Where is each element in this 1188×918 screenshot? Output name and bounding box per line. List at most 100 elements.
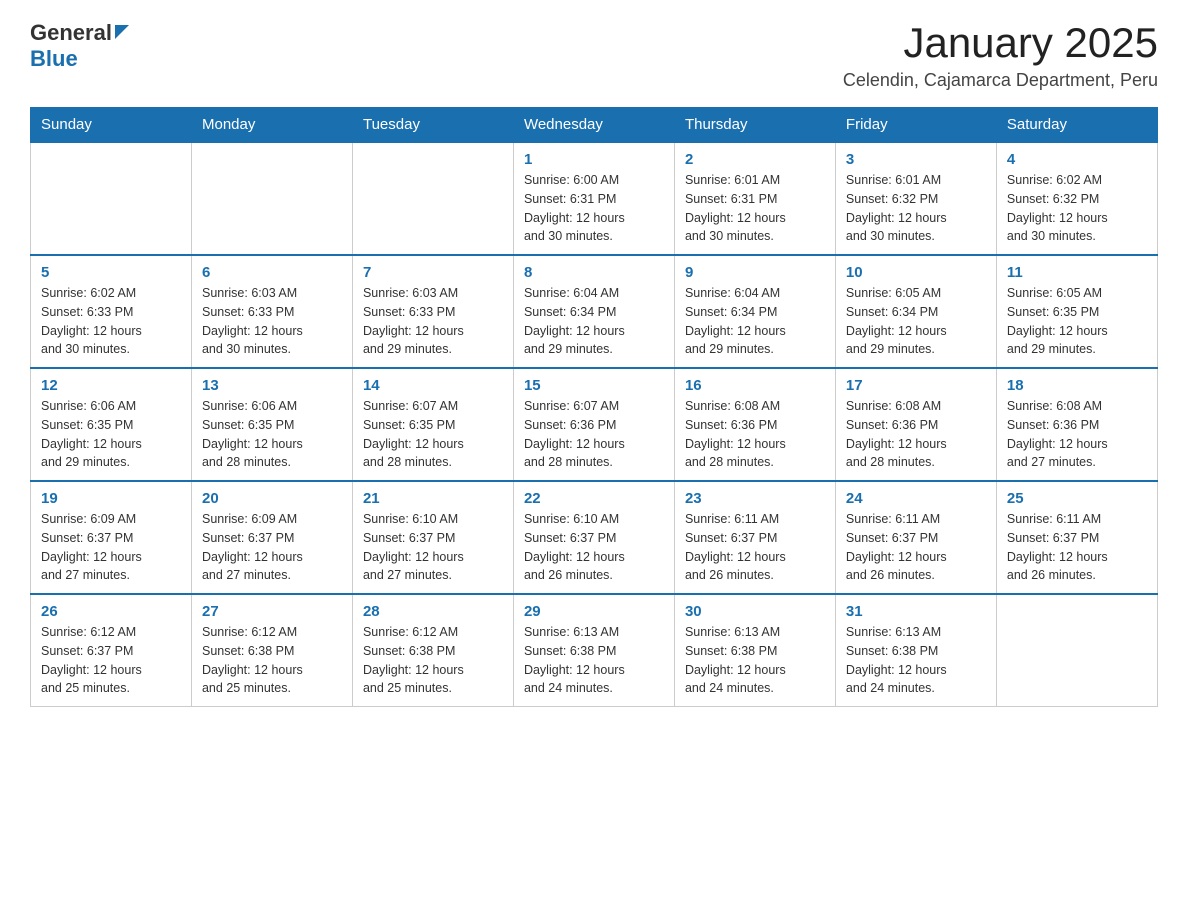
day-number: 27: [202, 603, 342, 620]
week-row-4: 26Sunrise: 6:12 AMSunset: 6:37 PMDayligh…: [31, 594, 1158, 707]
day-info: Sunrise: 6:10 AMSunset: 6:37 PMDaylight:…: [363, 510, 503, 585]
day-info: Sunrise: 6:02 AMSunset: 6:32 PMDaylight:…: [1007, 171, 1147, 246]
calendar-cell: 17 Sunrise: 6:08 AMSunset: 6:36 PMDayligh…: [835, 368, 996, 481]
day-info: Sunrise: 6:07 AMSunset: 6:36 PMDaylight:…: [524, 397, 664, 472]
calendar-cell: 8 Sunrise: 6:04 AMSunset: 6:34 PMDaylight…: [513, 255, 674, 368]
day-number: 5: [41, 264, 181, 281]
day-number: 18: [1007, 377, 1147, 394]
calendar-cell: [31, 142, 192, 255]
calendar-cell: [191, 142, 352, 255]
day-number: 22: [524, 490, 664, 507]
calendar-cell: 14 Sunrise: 6:07 AMSunset: 6:35 PMDayligh…: [352, 368, 513, 481]
day-info: Sunrise: 6:12 AMSunset: 6:37 PMDaylight:…: [41, 623, 181, 698]
calendar-cell: 26Sunrise: 6:12 AMSunset: 6:37 PMDayligh…: [31, 594, 192, 707]
calendar-cell: 23 Sunrise: 6:11 AMSunset: 6:37 PMDayligh…: [674, 481, 835, 594]
day-number: 23: [685, 490, 825, 507]
logo-blue: Blue: [30, 46, 78, 72]
day-info: Sunrise: 6:10 AMSunset: 6:37 PMDaylight:…: [524, 510, 664, 585]
day-number: 28: [363, 603, 503, 620]
day-info: Sunrise: 6:08 AMSunset: 6:36 PMDaylight:…: [846, 397, 986, 472]
day-number: 8: [524, 264, 664, 281]
calendar-cell: 3 Sunrise: 6:01 AMSunset: 6:32 PMDaylight…: [835, 142, 996, 255]
day-info: Sunrise: 6:09 AMSunset: 6:37 PMDaylight:…: [202, 510, 342, 585]
day-info: Sunrise: 6:11 AMSunset: 6:37 PMDaylight:…: [685, 510, 825, 585]
calendar-cell: 6Sunrise: 6:03 AMSunset: 6:33 PMDaylight…: [191, 255, 352, 368]
day-info: Sunrise: 6:06 AMSunset: 6:35 PMDaylight:…: [41, 397, 181, 472]
page-title: January 2025: [843, 20, 1158, 66]
day-info: Sunrise: 6:05 AMSunset: 6:34 PMDaylight:…: [846, 284, 986, 359]
day-info: Sunrise: 6:11 AMSunset: 6:37 PMDaylight:…: [846, 510, 986, 585]
calendar-cell: 21 Sunrise: 6:10 AMSunset: 6:37 PMDayligh…: [352, 481, 513, 594]
day-info: Sunrise: 6:04 AMSunset: 6:34 PMDaylight:…: [524, 284, 664, 359]
calendar-cell: 27Sunrise: 6:12 AMSunset: 6:38 PMDayligh…: [191, 594, 352, 707]
page-subtitle: Celendin, Cajamarca Department, Peru: [843, 70, 1158, 91]
calendar-cell: [352, 142, 513, 255]
calendar-cell: 28Sunrise: 6:12 AMSunset: 6:38 PMDayligh…: [352, 594, 513, 707]
calendar-cell: 1Sunrise: 6:00 AMSunset: 6:31 PMDaylight…: [513, 142, 674, 255]
day-number: 12: [41, 377, 181, 394]
week-row-3: 19 Sunrise: 6:09 AMSunset: 6:37 PMDayligh…: [31, 481, 1158, 594]
day-number: 14: [363, 377, 503, 394]
day-number: 19: [41, 490, 181, 507]
calendar-cell: 18 Sunrise: 6:08 AMSunset: 6:36 PMDayligh…: [996, 368, 1157, 481]
calendar-header-thursday: Thursday: [674, 108, 835, 143]
day-number: 7: [363, 264, 503, 281]
logo-general: General: [30, 20, 112, 46]
day-info: Sunrise: 6:02 AMSunset: 6:33 PMDaylight:…: [41, 284, 181, 359]
day-info: Sunrise: 6:01 AMSunset: 6:32 PMDaylight:…: [846, 171, 986, 246]
day-number: 29: [524, 603, 664, 620]
day-number: 25: [1007, 490, 1147, 507]
day-info: Sunrise: 6:09 AMSunset: 6:37 PMDaylight:…: [41, 510, 181, 585]
calendar-cell: 11 Sunrise: 6:05 AMSunset: 6:35 PMDayligh…: [996, 255, 1157, 368]
day-info: Sunrise: 6:13 AMSunset: 6:38 PMDaylight:…: [846, 623, 986, 698]
day-info: Sunrise: 6:03 AMSunset: 6:33 PMDaylight:…: [202, 284, 342, 359]
calendar-cell: 20 Sunrise: 6:09 AMSunset: 6:37 PMDayligh…: [191, 481, 352, 594]
calendar-cell: 31 Sunrise: 6:13 AMSunset: 6:38 PMDayligh…: [835, 594, 996, 707]
day-number: 9: [685, 264, 825, 281]
calendar-cell: 15 Sunrise: 6:07 AMSunset: 6:36 PMDayligh…: [513, 368, 674, 481]
day-info: Sunrise: 6:04 AMSunset: 6:34 PMDaylight:…: [685, 284, 825, 359]
day-info: Sunrise: 6:07 AMSunset: 6:35 PMDaylight:…: [363, 397, 503, 472]
day-info: Sunrise: 6:03 AMSunset: 6:33 PMDaylight:…: [363, 284, 503, 359]
calendar-cell: 24 Sunrise: 6:11 AMSunset: 6:37 PMDayligh…: [835, 481, 996, 594]
day-number: 15: [524, 377, 664, 394]
calendar-cell: [996, 594, 1157, 707]
day-number: 13: [202, 377, 342, 394]
day-number: 20: [202, 490, 342, 507]
calendar-cell: 29Sunrise: 6:13 AMSunset: 6:38 PMDayligh…: [513, 594, 674, 707]
day-info: Sunrise: 6:08 AMSunset: 6:36 PMDaylight:…: [1007, 397, 1147, 472]
calendar-cell: 2 Sunrise: 6:01 AMSunset: 6:31 PMDaylight…: [674, 142, 835, 255]
week-row-1: 5 Sunrise: 6:02 AMSunset: 6:33 PMDaylight…: [31, 255, 1158, 368]
day-number: 24: [846, 490, 986, 507]
logo: General Blue: [30, 20, 129, 72]
day-number: 31: [846, 603, 986, 620]
calendar-header-row: SundayMondayTuesdayWednesdayThursdayFrid…: [31, 108, 1158, 143]
calendar-cell: 7 Sunrise: 6:03 AMSunset: 6:33 PMDaylight…: [352, 255, 513, 368]
calendar-cell: 30Sunrise: 6:13 AMSunset: 6:38 PMDayligh…: [674, 594, 835, 707]
day-number: 30: [685, 603, 825, 620]
calendar-cell: 4Sunrise: 6:02 AMSunset: 6:32 PMDaylight…: [996, 142, 1157, 255]
day-number: 3: [846, 151, 986, 168]
day-number: 11: [1007, 264, 1147, 281]
day-info: Sunrise: 6:11 AMSunset: 6:37 PMDaylight:…: [1007, 510, 1147, 585]
calendar-header-wednesday: Wednesday: [513, 108, 674, 143]
calendar-header-sunday: Sunday: [31, 108, 192, 143]
calendar-cell: 13Sunrise: 6:06 AMSunset: 6:35 PMDayligh…: [191, 368, 352, 481]
calendar-cell: 16 Sunrise: 6:08 AMSunset: 6:36 PMDayligh…: [674, 368, 835, 481]
day-number: 16: [685, 377, 825, 394]
calendar-cell: 19 Sunrise: 6:09 AMSunset: 6:37 PMDayligh…: [31, 481, 192, 594]
calendar-cell: 12 Sunrise: 6:06 AMSunset: 6:35 PMDayligh…: [31, 368, 192, 481]
week-row-0: 1Sunrise: 6:00 AMSunset: 6:31 PMDaylight…: [31, 142, 1158, 255]
day-number: 10: [846, 264, 986, 281]
day-info: Sunrise: 6:08 AMSunset: 6:36 PMDaylight:…: [685, 397, 825, 472]
day-number: 17: [846, 377, 986, 394]
logo-triangle-icon: [115, 25, 129, 44]
day-number: 2: [685, 151, 825, 168]
page-header: General Blue January 2025 Celendin, Caja…: [30, 20, 1158, 91]
calendar-header-tuesday: Tuesday: [352, 108, 513, 143]
calendar-cell: 9 Sunrise: 6:04 AMSunset: 6:34 PMDaylight…: [674, 255, 835, 368]
day-number: 21: [363, 490, 503, 507]
day-info: Sunrise: 6:01 AMSunset: 6:31 PMDaylight:…: [685, 171, 825, 246]
title-block: January 2025 Celendin, Cajamarca Departm…: [843, 20, 1158, 91]
day-info: Sunrise: 6:05 AMSunset: 6:35 PMDaylight:…: [1007, 284, 1147, 359]
